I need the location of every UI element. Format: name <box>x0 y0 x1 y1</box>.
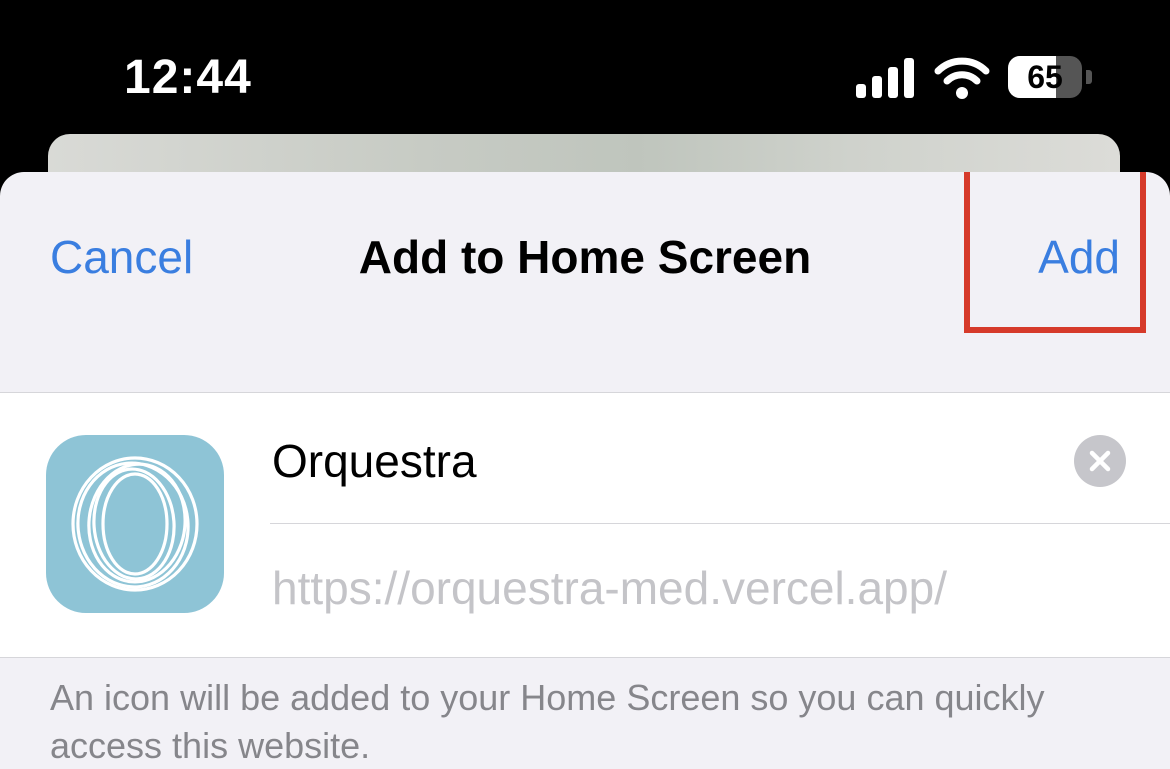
sheet-nav-bar: Cancel Add to Home Screen Add <box>0 172 1170 392</box>
cancel-button[interactable]: Cancel <box>50 230 193 284</box>
website-url: https://orquestra-med.vercel.app/ <box>272 562 947 614</box>
cellular-signal-icon <box>856 58 914 98</box>
orquestra-logo-icon <box>71 456 199 592</box>
close-icon <box>1089 450 1111 472</box>
battery-percent: 65 <box>1027 59 1063 95</box>
shortcut-name-input[interactable] <box>272 421 1052 501</box>
status-time: 12:44 <box>124 51 252 104</box>
status-bar: 12:44 65 <box>0 0 1170 140</box>
shortcut-form: https://orquestra-med.vercel.app/ <box>0 392 1170 658</box>
footer-description: An icon will be added to your Home Scree… <box>50 677 1045 766</box>
app-icon <box>46 435 224 613</box>
battery-icon: 65 <box>1008 56 1094 100</box>
form-divider <box>270 523 1170 524</box>
wifi-icon <box>934 57 990 99</box>
add-button[interactable]: Add <box>1038 230 1120 284</box>
clear-text-button[interactable] <box>1074 435 1126 487</box>
add-to-home-screen-sheet: Cancel Add to Home Screen Add ht <box>0 172 1170 769</box>
